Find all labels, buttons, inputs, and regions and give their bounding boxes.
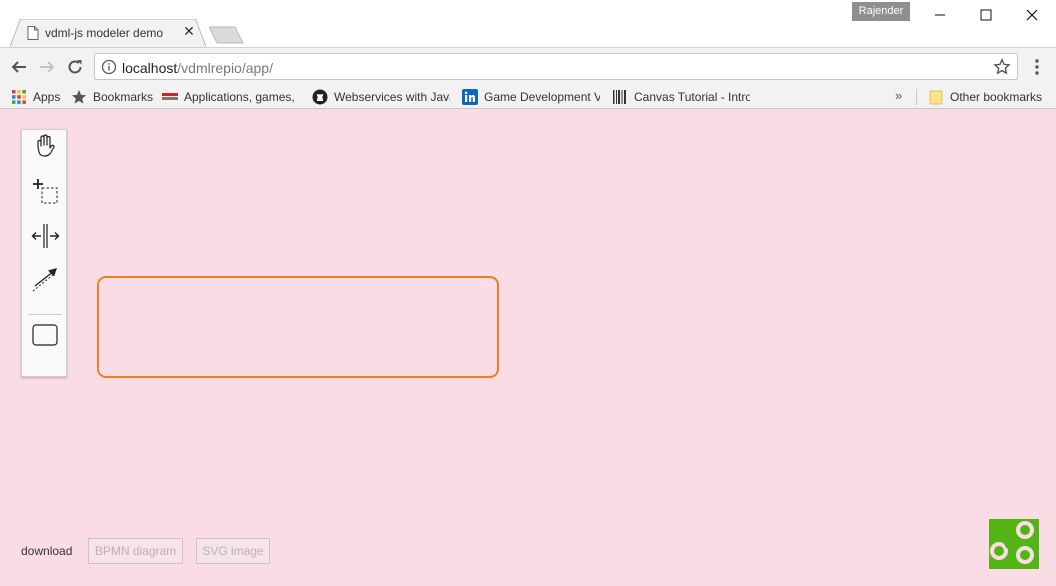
reload-icon[interactable]	[66, 58, 84, 76]
bookmarks-overflow-chevron[interactable]: »	[895, 88, 902, 103]
bookmark-canvas-tutorial[interactable]: Canvas Tutorial - Intro	[612, 88, 750, 106]
svg-image-button[interactable]: SVG image	[196, 538, 270, 564]
selected-shape[interactable]	[97, 276, 499, 378]
bpmn-diagram-button[interactable]: BPMN diagram	[88, 538, 183, 564]
other-bookmarks[interactable]: Other bookmarks	[928, 88, 1042, 106]
close-window-icon[interactable]	[1022, 5, 1042, 25]
bookmark-webservices[interactable]: Webservices with Java	[312, 88, 450, 106]
url-text[interactable]: localhost/vdmlrepio/app/	[122, 60, 273, 76]
hand-icon[interactable]	[29, 130, 61, 162]
connect-arrow-icon[interactable]	[29, 265, 61, 297]
puzzle-logo-icon[interactable]	[988, 518, 1040, 570]
bookmark-bookmarks[interactable]: Bookmarks	[71, 88, 153, 106]
github-icon	[312, 89, 328, 105]
minimize-icon[interactable]	[930, 5, 950, 25]
site-favicon	[162, 93, 178, 100]
bookmark-applications[interactable]: Applications, games, t	[162, 88, 298, 106]
profile-badge[interactable]: Rajender	[852, 2, 910, 21]
space-icon[interactable]	[29, 220, 61, 252]
bookmarks-bar: Apps Bookmarks Applications, games, t We…	[0, 85, 1056, 109]
star-icon	[72, 90, 86, 104]
forward-arrow-icon[interactable]	[38, 58, 56, 76]
barcode-icon	[613, 90, 626, 104]
download-label: download	[21, 544, 73, 558]
browser-toolbar: localhost/vdmlrepio/app/	[0, 47, 1056, 85]
back-arrow-icon[interactable]	[10, 58, 28, 76]
bookmark-game-development[interactable]: Game Development V	[462, 88, 600, 106]
page-icon	[27, 26, 39, 40]
tool-palette	[21, 129, 67, 377]
close-icon[interactable]: ✕	[182, 24, 196, 38]
address-bar[interactable]: localhost/vdmlrepio/app/	[94, 53, 1018, 80]
info-icon[interactable]	[101, 59, 117, 75]
title-bar: vdml-js modeler demo ✕ Rajender	[0, 0, 1056, 47]
modeler-canvas[interactable]: download BPMN diagram SVG image	[0, 109, 1056, 586]
folder-icon	[929, 90, 943, 105]
bookmark-star-icon[interactable]	[993, 58, 1011, 76]
lasso-icon[interactable]	[29, 175, 61, 207]
rounded-rect-icon[interactable]	[29, 319, 61, 351]
palette-separator	[28, 314, 62, 315]
browser-tab[interactable]: vdml-js modeler demo ✕	[10, 19, 206, 47]
apps-grid-icon	[12, 90, 26, 104]
bookmark-apps[interactable]: Apps	[11, 88, 60, 106]
maximize-icon[interactable]	[976, 5, 996, 25]
linkedin-icon	[462, 89, 478, 105]
bookmarks-divider	[916, 89, 917, 105]
new-tab-button[interactable]	[209, 26, 245, 44]
menu-dots-icon[interactable]	[1030, 57, 1044, 77]
tab-title: vdml-js modeler demo	[45, 26, 164, 40]
